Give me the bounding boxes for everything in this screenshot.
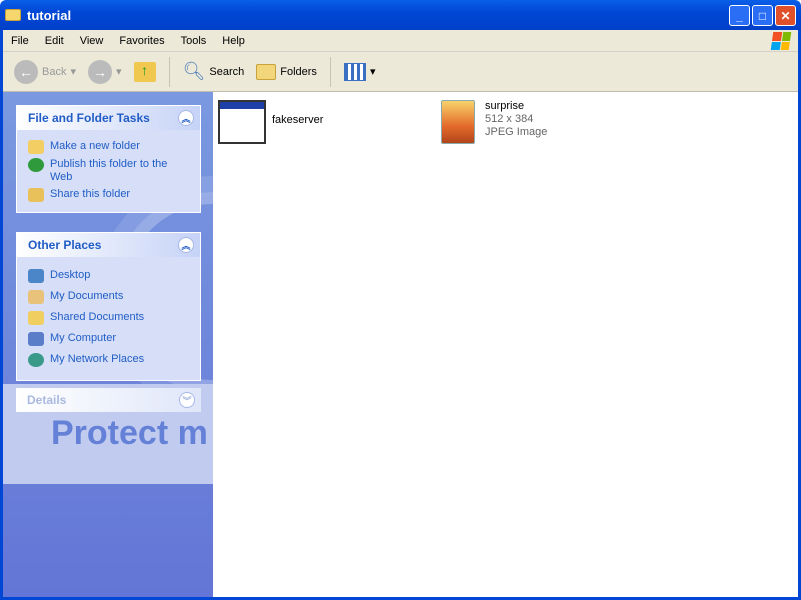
up-folder-icon: ↑ [133,61,156,82]
jpeg-image-icon [441,100,475,144]
file-name: surprise [485,100,525,112]
collapse-chevron-icon[interactable]: ︽ [178,237,194,253]
windows-logo-icon [770,32,792,50]
place-desktop[interactable]: Desktop [28,269,192,283]
toolbar-separator [168,56,170,87]
menu-tools[interactable]: Tools [173,35,215,47]
menu-edit[interactable]: Edit [37,35,72,47]
folders-button[interactable]: Folders [253,62,320,82]
task-share-folder[interactable]: Share this folder [28,188,192,202]
views-icon [343,62,366,81]
menu-file[interactable]: File [3,35,37,47]
back-arrow-icon: ← [14,59,38,84]
panel-header[interactable]: Other Places ︽ [17,233,200,257]
panel-header[interactable]: Details ︾ [16,388,201,412]
network-places-icon [28,353,44,367]
forward-button[interactable]: → ▾ [85,58,125,86]
title-bar[interactable]: tutorial _ □ ✕ [0,0,801,30]
collapse-chevron-icon[interactable]: ︽ [178,110,194,126]
chevron-down-icon: ▾ [369,66,376,78]
file-type: JPEG Image [485,126,548,138]
place-shared-documents[interactable]: Shared Documents [28,311,192,325]
shared-documents-icon [28,311,44,325]
file-folder-tasks-panel: File and Folder Tasks ︽ Make a new folder… [16,105,201,213]
menu-bar: File Edit View Favorites Tools Help [3,30,798,52]
place-my-network-places[interactable]: My Network Places [28,353,192,367]
file-list-area[interactable]: fakeserver surprise 512 x 384 JPEG Image [213,92,798,597]
publish-web-icon [28,158,44,172]
file-item-surprise[interactable]: surprise 512 x 384 JPEG Image [441,100,547,144]
my-computer-icon [28,332,44,346]
expand-chevron-icon[interactable]: ︾ [179,392,195,408]
chevron-down-icon: ▾ [70,66,76,78]
toolbar: ← Back ▾ → ▾ ↑ 🔍︎ Search Folders ▾ [3,52,798,92]
details-panel: Details ︾ [16,388,201,412]
task-make-new-folder[interactable]: Make a new folder [28,140,192,154]
panel-header[interactable]: File and Folder Tasks ︽ [17,106,200,130]
other-places-panel: Other Places ︽ Desktop My Documents Share… [16,232,201,381]
minimize-button[interactable]: _ [729,5,750,26]
folders-icon [256,63,277,80]
exe-window-icon [218,100,266,144]
views-button[interactable]: ▾ [341,61,379,83]
watermark-text: Protect m [51,414,208,452]
close-button[interactable]: ✕ [775,5,796,26]
file-dimensions: 512 x 384 [485,113,534,125]
forward-arrow-icon: → [88,59,112,84]
search-button[interactable]: 🔍︎ Search [180,59,248,84]
back-button[interactable]: ← Back ▾ [11,58,79,86]
file-name: fakeserver [272,114,324,126]
toolbar-separator [329,56,331,87]
my-documents-icon [28,290,44,304]
window-title: tutorial [27,7,72,23]
task-publish-folder[interactable]: Publish this folder to the Web [28,158,192,184]
search-icon: 🔍︎ [182,61,206,81]
menu-help[interactable]: Help [214,35,253,47]
task-pane: File and Folder Tasks ︽ Make a new folder… [3,92,213,597]
folder-icon [5,9,21,21]
menu-favorites[interactable]: Favorites [111,35,172,47]
place-my-computer[interactable]: My Computer [28,332,192,346]
up-folder-button[interactable]: ↑ [131,60,159,84]
chevron-down-icon: ▾ [116,66,122,78]
new-folder-icon [28,140,44,154]
menu-view[interactable]: View [72,35,112,47]
maximize-button[interactable]: □ [752,5,773,26]
share-folder-icon [28,188,44,202]
file-item-fakeserver[interactable]: fakeserver [218,100,323,144]
desktop-icon [28,269,44,283]
place-my-documents[interactable]: My Documents [28,290,192,304]
